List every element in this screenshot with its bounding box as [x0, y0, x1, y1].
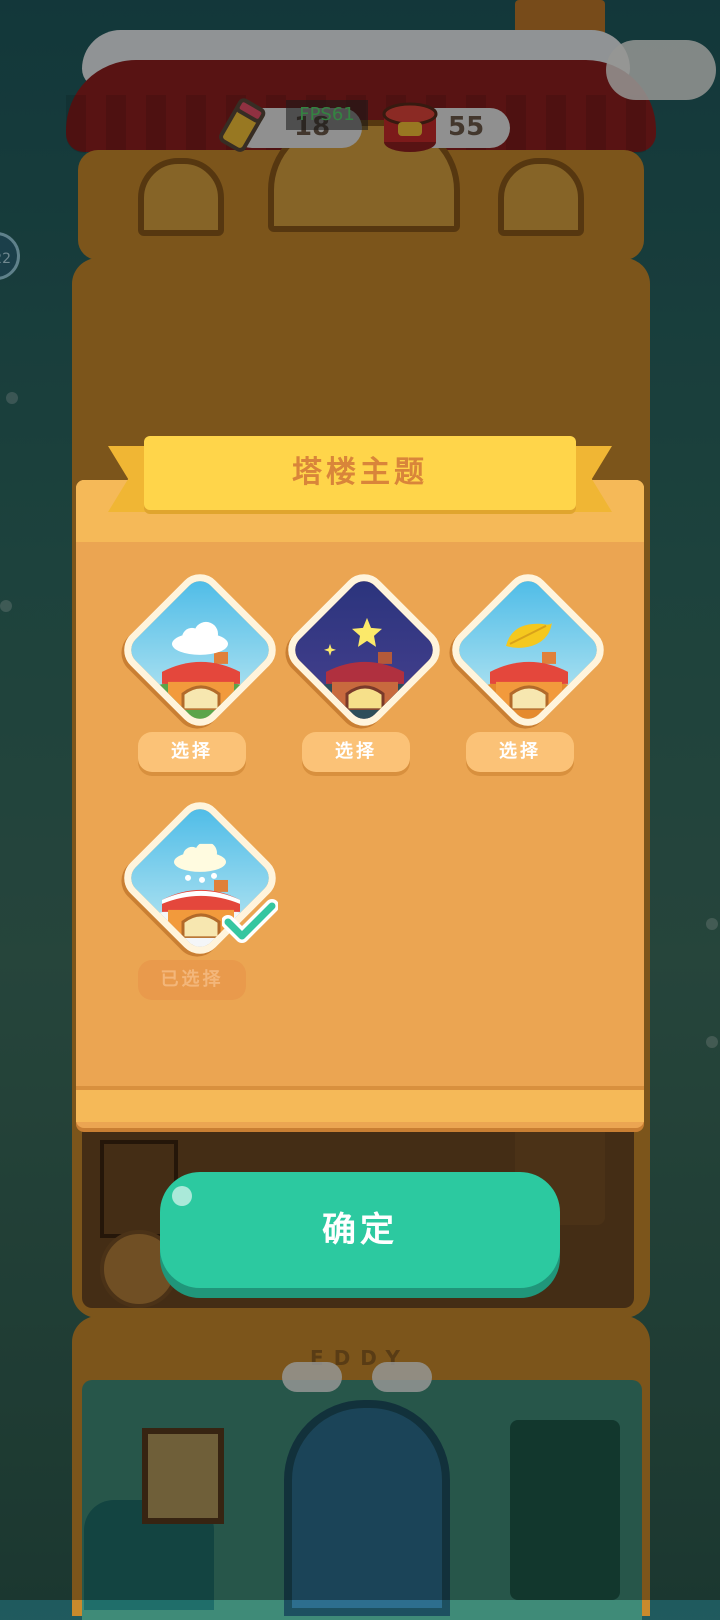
theme-option-night[interactable]: [279, 565, 449, 735]
star-icon: [352, 617, 382, 647]
bokeh-dot: [6, 392, 18, 404]
can-count: 55: [448, 112, 485, 142]
attic-window-left: [138, 158, 224, 236]
bokeh-dot: [0, 600, 12, 612]
cloud-decoration: [282, 1362, 342, 1392]
small-star-icon: [324, 643, 336, 656]
dialog-title: 塔楼主题: [292, 455, 428, 490]
eddy-room-cabinet: [510, 1420, 620, 1600]
eddy-room-portrait: [142, 1428, 224, 1524]
bokeh-dot: [706, 1036, 718, 1048]
selected-check-icon: [222, 899, 278, 943]
floor-label: EDDY: [310, 1346, 410, 1370]
confirm-button[interactable]: 确定: [160, 1172, 560, 1288]
select-theme-1-button[interactable]: 选择: [138, 732, 246, 772]
leaf-icon: [506, 621, 552, 648]
button-gloss: [172, 1186, 192, 1206]
bokeh-dot: [706, 918, 718, 930]
select-theme-2-button[interactable]: 选择: [302, 732, 410, 772]
pencil-icon: [214, 96, 268, 158]
cloud-decoration: [606, 40, 716, 100]
house-icon: [162, 651, 240, 710]
theme-option-autumn[interactable]: [443, 565, 613, 735]
cloud-decoration: [372, 1362, 432, 1392]
snow-cloud-icon: [174, 843, 226, 883]
cloud-icon: [172, 621, 228, 655]
attic-window-right: [498, 158, 584, 236]
fps-counter: FPS61: [286, 100, 368, 130]
theme-thumbnail[interactable]: [279, 565, 449, 735]
theme-option-sunny[interactable]: [115, 565, 285, 735]
select-theme-3-button[interactable]: 选择: [466, 732, 574, 772]
theme-thumbnail[interactable]: [115, 565, 285, 735]
house-icon: [326, 651, 404, 710]
theme-dialog-footer: [76, 1086, 644, 1122]
house-icon: [490, 651, 568, 710]
selected-theme-button: 已选择: [138, 960, 246, 1000]
theme-thumbnail[interactable]: [443, 565, 613, 735]
food-can-icon: [378, 96, 442, 158]
eddy-room-window: [284, 1400, 450, 1616]
